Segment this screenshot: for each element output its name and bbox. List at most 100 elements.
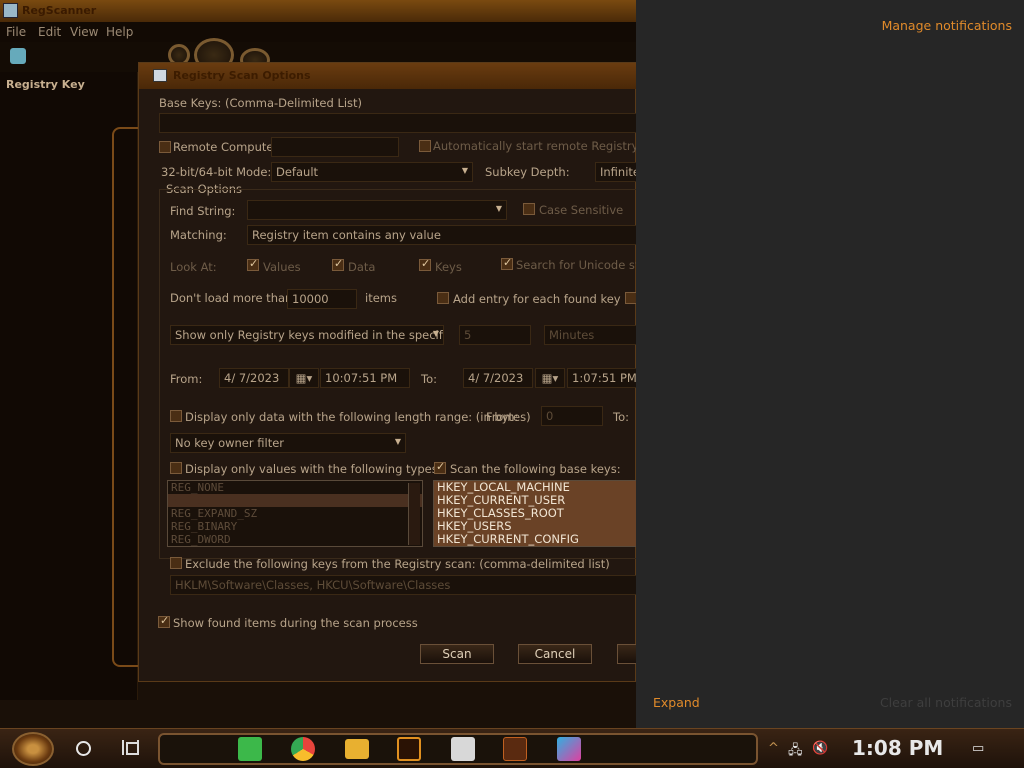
help-button[interactable] xyxy=(617,644,637,664)
base-keys-input[interactable] xyxy=(159,113,637,133)
scan-icon[interactable] xyxy=(10,48,26,64)
length-from-input[interactable]: 0 xyxy=(541,406,603,426)
to-time-input[interactable]: 1:07:51 PM xyxy=(567,368,637,388)
search-icon[interactable] xyxy=(76,741,91,756)
add-entry-label: Add entry for each found key xyxy=(453,292,621,306)
column-header-registry-key[interactable]: Registry Key xyxy=(6,78,85,91)
case-sensitive-checkbox[interactable] xyxy=(523,203,535,215)
list-item[interactable]: REG_DWORD xyxy=(168,533,422,546)
mode-select[interactable]: Default xyxy=(271,162,473,182)
list-item[interactable]: REG_EXPAND_SZ xyxy=(168,507,422,520)
find-string-label: Find String: xyxy=(170,204,236,218)
list-item[interactable]: HKEY_CURRENT_CONFIG xyxy=(434,533,636,546)
scan-button[interactable]: Scan xyxy=(420,644,494,664)
matching-label: Matching: xyxy=(170,228,227,242)
from-date-input[interactable]: 4/ 7/2023 xyxy=(219,368,289,388)
adobe-app-icon[interactable] xyxy=(397,737,421,761)
show-found-label: Show found items during the scan process xyxy=(173,616,418,630)
look-keys-checkbox[interactable] xyxy=(419,257,431,271)
notes-app-icon[interactable] xyxy=(238,737,262,761)
list-item[interactable]: REG_SZ xyxy=(168,494,422,507)
value-types-list[interactable]: REG_NONE REG_SZ REG_EXPAND_SZ REG_BINARY… xyxy=(167,480,423,547)
scan-base-checkbox[interactable] xyxy=(434,460,446,474)
look-keys-label: Keys xyxy=(435,260,462,274)
list-item[interactable]: REG_BINARY xyxy=(168,520,422,533)
dialog-titlebar: Registry Scan Options xyxy=(139,63,637,89)
length-range-checkbox[interactable] xyxy=(170,410,182,422)
start-button[interactable] xyxy=(12,732,54,766)
clear-all-notifications-link[interactable]: Clear all notifications xyxy=(880,695,1012,710)
app-title: RegScanner xyxy=(22,4,97,17)
list-item[interactable]: REG_NONE xyxy=(168,481,422,494)
show-found-checkbox[interactable] xyxy=(158,614,170,628)
look-data-checkbox[interactable] xyxy=(332,257,344,271)
scan-base-label: Scan the following base keys: xyxy=(450,462,621,476)
paint-app-icon[interactable] xyxy=(557,737,581,761)
time-filter-select[interactable]: Show only Registry keys modified in the … xyxy=(170,325,444,345)
network-icon[interactable]: 🖧 xyxy=(788,741,803,763)
app-icon[interactable] xyxy=(503,737,527,761)
time-unit-select[interactable]: Minutes xyxy=(544,325,637,345)
to-calendar-icon[interactable]: ▦▾ xyxy=(535,368,565,388)
seven-zip-icon[interactable] xyxy=(451,737,475,761)
remote-computer-input[interactable] xyxy=(271,137,399,157)
time-amount-input[interactable]: 5 xyxy=(459,325,531,345)
types-scrollbar[interactable] xyxy=(408,483,420,545)
look-data-label: Data xyxy=(348,260,376,274)
system-clock[interactable]: 1:08 PM xyxy=(852,736,943,760)
menu-edit[interactable]: Edit xyxy=(38,25,61,39)
items-label: items xyxy=(365,291,397,305)
length-range-label: Display only data with the following len… xyxy=(185,410,531,424)
exclude-input[interactable]: HKLM\Software\Classes, HKCU\Software\Cla… xyxy=(170,575,637,595)
remote-computer-checkbox[interactable] xyxy=(159,141,171,153)
exclude-checkbox[interactable] xyxy=(170,557,182,569)
base-keys-list[interactable]: HKEY_LOCAL_MACHINE HKEY_CURRENT_USER HKE… xyxy=(433,480,637,547)
volume-muted-icon[interactable]: 🔇 xyxy=(812,741,828,756)
task-view-icon[interactable] xyxy=(122,740,139,755)
chrome-icon[interactable] xyxy=(291,737,315,761)
taskbar: ^ 🖧 🔇 1:08 PM ▭ xyxy=(0,728,1024,768)
menu-view[interactable]: View xyxy=(70,25,98,39)
dont-load-label: Don't load more than xyxy=(170,291,293,305)
matching-select[interactable]: Registry item contains any value xyxy=(247,225,637,245)
case-sensitive-label: Case Sensitive xyxy=(539,203,624,217)
manage-notifications-link[interactable]: Manage notifications xyxy=(882,18,1012,33)
file-explorer-icon[interactable] xyxy=(345,739,369,759)
to-date-input[interactable]: 4/ 7/2023 xyxy=(463,368,533,388)
menu-file[interactable]: File xyxy=(6,25,26,39)
chevron-up-icon[interactable]: ^ xyxy=(768,741,779,756)
unicode-checkbox[interactable] xyxy=(501,256,513,270)
app-icon xyxy=(3,3,18,18)
mode-label: 32-bit/64-bit Mode: xyxy=(161,165,272,179)
find-string-input[interactable] xyxy=(247,200,507,220)
remote-computer-label: Remote Computer: xyxy=(173,140,282,154)
types-checkbox[interactable] xyxy=(170,462,182,474)
look-at-label: Look At: xyxy=(170,260,217,274)
menu-help[interactable]: Help xyxy=(106,25,133,39)
look-values-label: Values xyxy=(263,260,301,274)
owner-filter-select[interactable]: No key owner filter xyxy=(170,433,406,453)
length-to-label: To: xyxy=(613,410,629,424)
registry-key-pane: Registry Key xyxy=(0,72,138,700)
to-label: To: xyxy=(421,372,437,386)
action-center-icon[interactable]: ▭ xyxy=(972,741,984,756)
add-entry-checkbox[interactable] xyxy=(437,292,449,304)
from-calendar-icon[interactable]: ▦▾ xyxy=(289,368,319,388)
types-label: Display only values with the following t… xyxy=(185,462,442,476)
from-time-input[interactable]: 10:07:51 PM xyxy=(320,368,410,388)
scan-options-dialog: Registry Scan Options Base Keys: (Comma-… xyxy=(138,62,683,682)
subkey-depth-select[interactable]: Infinite xyxy=(595,162,637,182)
base-keys-label: Base Keys: (Comma-Delimited List) xyxy=(159,96,363,110)
from-label: From: xyxy=(170,372,203,386)
look-values-checkbox[interactable] xyxy=(247,257,259,271)
subkey-depth-label: Subkey Depth: xyxy=(485,165,570,179)
dialog-icon xyxy=(153,69,167,82)
app-titlebar: RegScanner xyxy=(0,0,636,22)
menu-bar: File Edit View Help xyxy=(0,22,636,42)
max-items-input[interactable]: 10000 xyxy=(287,289,357,309)
cancel-button[interactable]: Cancel xyxy=(518,644,592,664)
dialog-title: Registry Scan Options xyxy=(173,69,311,82)
auto-remote-checkbox[interactable] xyxy=(419,140,431,152)
expand-link[interactable]: Expand xyxy=(653,695,700,710)
notification-center: Manage notifications Expand Clear all no… xyxy=(636,0,1024,728)
